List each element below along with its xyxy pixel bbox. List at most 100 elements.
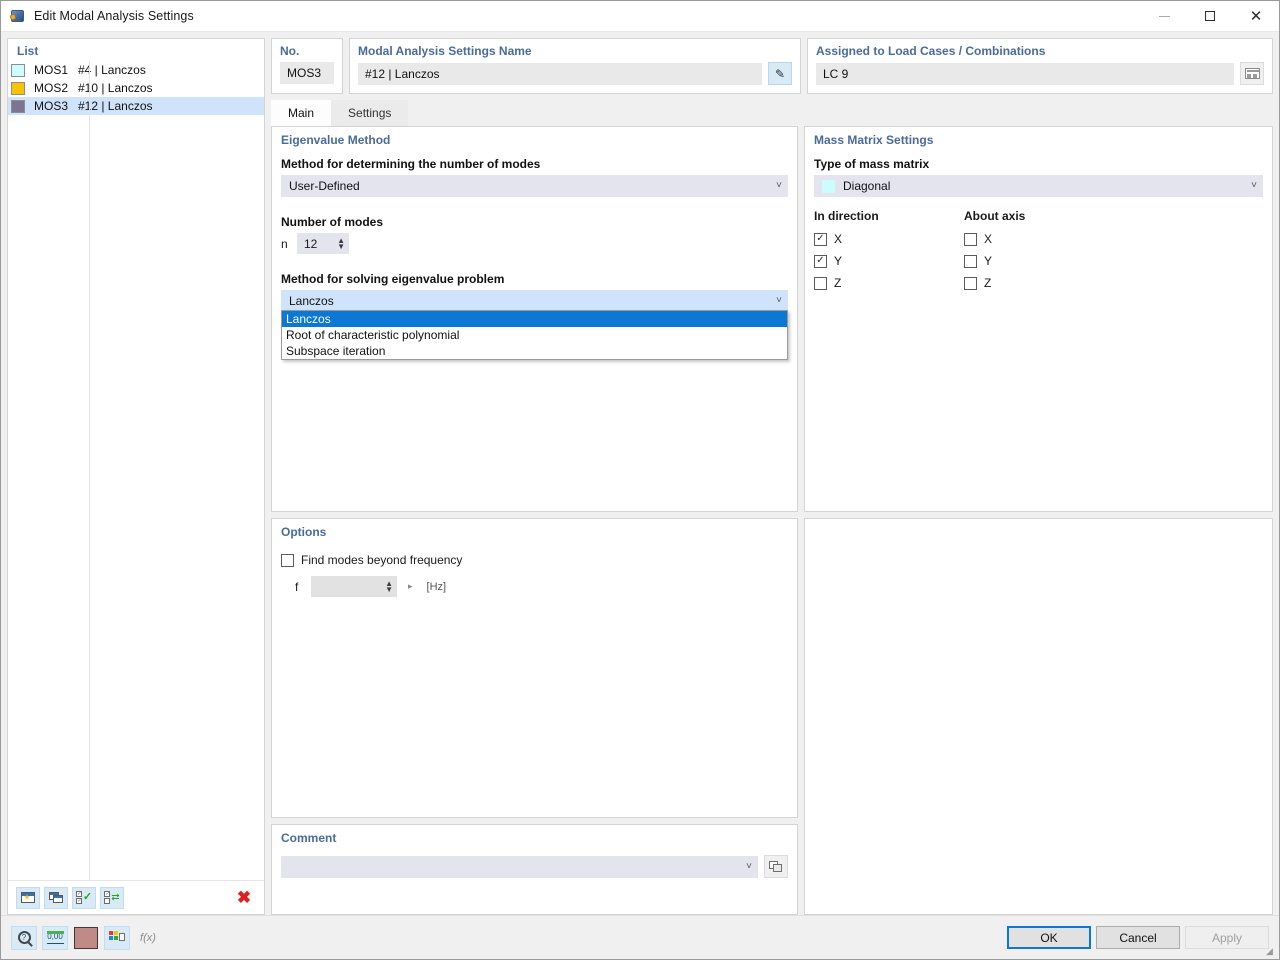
number-of-modes-stepper[interactable]: 12 ▲▼ (297, 233, 349, 254)
delete-item-button[interactable]: ✖ (232, 887, 256, 909)
mass-matrix-title: Mass Matrix Settings (814, 133, 1263, 147)
in-direction-x-label: X (834, 232, 842, 246)
about-axis-group: About axis X Y (964, 209, 1114, 294)
chevron-down-icon: ˅ (776, 296, 782, 306)
name-card: Modal Analysis Settings Name #12 | Lancz… (349, 38, 801, 94)
edit-name-button[interactable]: ✎ (768, 62, 792, 85)
mass-type-swatch (822, 180, 835, 193)
invert-selection-button[interactable]: ✓ ⇄ (100, 887, 124, 909)
display-properties-button[interactable] (104, 926, 130, 950)
comment-field[interactable]: ˅ (281, 856, 758, 878)
name-field[interactable]: #12 | Lanczos (358, 63, 762, 85)
eigenvalue-method-title: Eigenvalue Method (281, 133, 788, 147)
in-direction-x-checkbox[interactable]: ✓ (814, 233, 827, 246)
right-column: Mass Matrix Settings Type of mass matrix… (804, 126, 1273, 915)
comment-copy-button[interactable] (764, 855, 788, 878)
close-button[interactable]: ✕ (1233, 1, 1279, 31)
load-cases-button[interactable] (1240, 62, 1264, 85)
no-label: No. (280, 44, 334, 58)
pencil-icon: ✎ (775, 68, 785, 80)
modal-analysis-icon (10, 8, 26, 24)
list-header: List (8, 39, 264, 61)
number-of-modes-value: 12 (304, 237, 317, 251)
table-icon (1245, 68, 1260, 79)
find-modes-checkbox[interactable] (281, 554, 294, 567)
function-icon: f(x) (140, 932, 156, 944)
in-direction-z-row[interactable]: Z (814, 272, 964, 294)
invert-selection-icon: ✓ ⇄ (104, 891, 119, 904)
list-item[interactable]: MOS2 #10 | Lanczos (8, 79, 264, 97)
method-modes-combo[interactable]: User-Defined ˅ (281, 175, 788, 197)
color-swatch-icon (74, 927, 98, 949)
magnifier-question-icon: ? (18, 931, 31, 944)
comment-title: Comment (281, 831, 788, 845)
cancel-button[interactable]: Cancel (1096, 926, 1180, 949)
minimize-button[interactable] (1141, 1, 1187, 31)
dropdown-option[interactable]: Subspace iteration (282, 343, 787, 359)
footer-bar: ? 0,00 f(x) OK Cancel Apply (1, 915, 1279, 959)
list-item[interactable]: MOS1 #4 | Lanczos (8, 61, 264, 79)
f-label: f (295, 580, 303, 594)
comment-panel: Comment ˅ (271, 824, 798, 915)
formula-button: f(x) (135, 926, 161, 950)
list-item-no: MOS1 (34, 63, 78, 77)
solve-method-label: Method for solving eigenvalue problem (281, 272, 788, 286)
color-swatch (11, 100, 25, 113)
new-item-button[interactable] (16, 887, 40, 909)
n-label: n (281, 237, 289, 251)
list-item-no: MOS3 (34, 99, 78, 113)
find-modes-checkbox-row[interactable]: Find modes beyond frequency (281, 549, 788, 571)
color-button[interactable] (73, 926, 99, 950)
ok-button[interactable]: OK (1007, 926, 1091, 949)
number-of-modes-label: Number of modes (281, 215, 788, 229)
dropdown-option[interactable]: Root of characteristic polynomial (282, 327, 787, 343)
copy-item-button[interactable] (44, 887, 68, 909)
decimal-places-icon: 0,00 (47, 931, 64, 944)
in-direction-y-label: Y (834, 254, 842, 268)
about-axis-z-label: Z (984, 276, 991, 290)
list-item-selected[interactable]: MOS3 #12 | Lanczos (8, 97, 264, 115)
palette-window-icon (109, 931, 125, 944)
about-axis-y-label: Y (984, 254, 992, 268)
about-axis-z-row[interactable]: Z (964, 272, 1114, 294)
new-window-star-icon (21, 892, 35, 903)
about-axis-z-checkbox[interactable] (964, 277, 977, 290)
maximize-button[interactable] (1187, 1, 1233, 31)
method-modes-label: Method for determining the number of mod… (281, 157, 788, 171)
in-direction-z-checkbox[interactable] (814, 277, 827, 290)
dialog-window: Edit Modal Analysis Settings ✕ List MOS1… (0, 0, 1280, 960)
about-axis-x-checkbox[interactable] (964, 233, 977, 246)
in-direction-x-row[interactable]: ✓ X (814, 228, 964, 250)
window-title: Edit Modal Analysis Settings (34, 9, 194, 23)
stepper-arrows-icon[interactable]: ▲▼ (337, 238, 345, 250)
number-format-button[interactable]: 0,00 (42, 926, 68, 950)
select-all-button[interactable]: ✓✓ ✓ (72, 887, 96, 909)
copy-icon (769, 861, 783, 873)
checkmark-list-icon: ✓✓ ✓ (76, 891, 92, 904)
eigenvalue-method-panel: Eigenvalue Method Method for determining… (271, 126, 798, 512)
in-direction-y-row[interactable]: ✓ Y (814, 250, 964, 272)
no-card: No. MOS3 (271, 38, 343, 94)
info-magnifier-button[interactable]: ? (11, 926, 37, 950)
load-cases-label: Assigned to Load Cases / Combinations (816, 44, 1264, 58)
chevron-down-icon: ˅ (1251, 181, 1257, 191)
dropdown-option[interactable]: Lanczos (282, 311, 787, 327)
solve-method-dropdown[interactable]: Lanczos Root of characteristic polynomia… (281, 310, 788, 360)
solve-method-combo[interactable]: Lanczos ˅ (281, 290, 788, 312)
tab-settings[interactable]: Settings (331, 100, 408, 126)
about-axis-y-row[interactable]: Y (964, 250, 1114, 272)
tab-main[interactable]: Main (271, 100, 331, 126)
tab-content: Eigenvalue Method Method for determining… (271, 126, 1273, 915)
about-axis-y-checkbox[interactable] (964, 255, 977, 268)
title-bar: Edit Modal Analysis Settings ✕ (1, 1, 1279, 32)
in-direction-y-checkbox[interactable]: ✓ (814, 255, 827, 268)
resize-grip[interactable]: ◢ (1266, 947, 1276, 957)
mass-type-combo[interactable]: Diagonal ˅ (814, 175, 1263, 197)
mass-matrix-panel: Mass Matrix Settings Type of mass matrix… (804, 126, 1273, 512)
about-axis-x-row[interactable]: X (964, 228, 1114, 250)
in-direction-group: In direction ✓ X ✓ Y (814, 209, 964, 294)
chevron-down-icon[interactable]: ˅ (746, 861, 752, 872)
list-panel: List MOS1 #4 | Lanczos MOS2 #10 | Lanczo… (7, 38, 265, 915)
red-x-icon: ✖ (237, 889, 251, 906)
about-axis-x-label: X (984, 232, 992, 246)
